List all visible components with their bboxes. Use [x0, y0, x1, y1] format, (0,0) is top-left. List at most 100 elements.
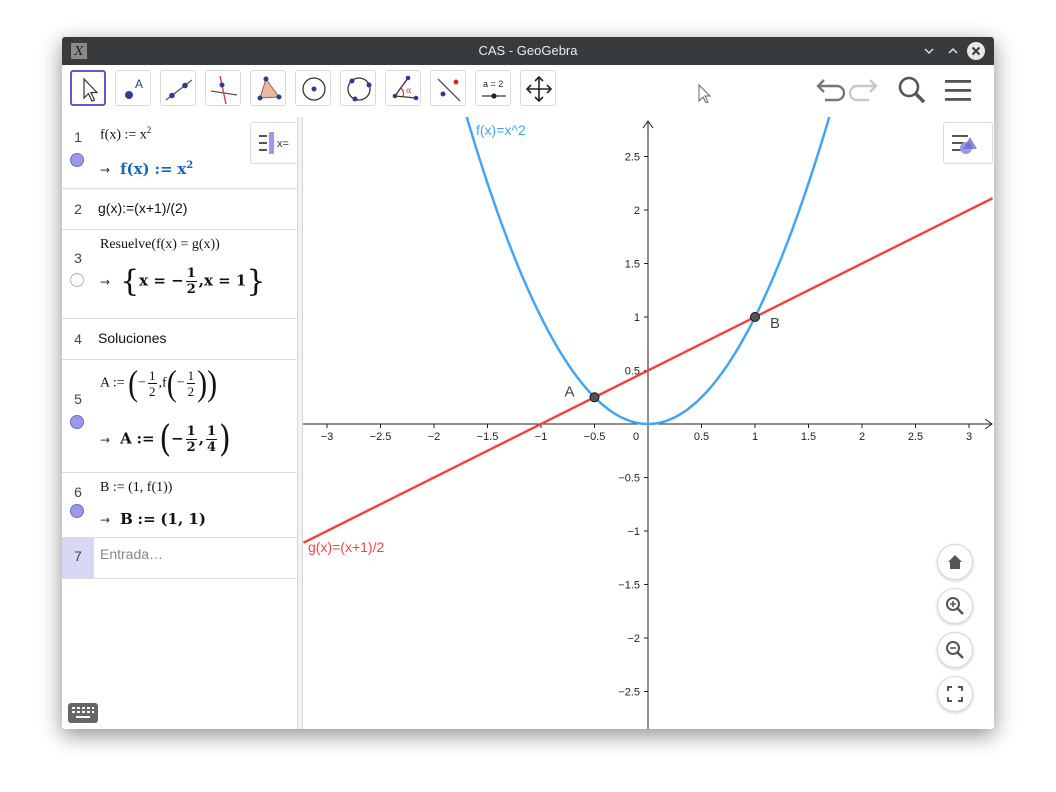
keyboard-button[interactable]	[68, 703, 98, 723]
zoom-out-icon	[946, 641, 964, 659]
slider-tool-icon: a = 2	[482, 79, 506, 99]
polygon-tool-icon	[257, 76, 282, 101]
perpendicular-line-tool-icon	[210, 75, 238, 105]
y-tick-label: 2.5	[625, 152, 640, 164]
row-number: 4	[74, 331, 82, 347]
close-button[interactable]	[967, 42, 985, 60]
angle-tool-icon: α	[392, 75, 419, 101]
move-tool-button[interactable]	[70, 70, 106, 106]
perpendicular-line-tool-button[interactable]	[205, 70, 241, 106]
y-tick-label: 2	[634, 205, 640, 217]
y-tick-label: 1	[634, 312, 640, 324]
cas-input[interactable]: A := (− 1 2 ,f(− 1 2))	[100, 365, 217, 401]
svg-text:x=: x=	[277, 138, 289, 150]
cas-view: 1 f(x) := x2 → f(x) := x2 2 g(x):=(x+1)/(…	[62, 117, 297, 729]
point-tool-icon: A	[125, 77, 143, 99]
x-tick-label: 2.5	[908, 431, 923, 443]
move-graphics-tool-icon	[525, 75, 553, 103]
x-tick-label: −2.5	[370, 431, 392, 443]
x-tick-label: 1	[752, 431, 758, 443]
move-tool-icon	[83, 77, 99, 102]
point-label: A	[135, 77, 143, 91]
cas-output: → f(x) := x2	[100, 160, 194, 178]
title-bar: X CAS - GeoGebra	[62, 37, 994, 65]
circle-three-points-tool-button[interactable]	[340, 70, 376, 106]
x-tick-label: −0.5	[584, 431, 606, 443]
circle-center-tool-button[interactable]	[295, 70, 331, 106]
reflect-tool-icon	[437, 78, 461, 102]
point-b	[750, 312, 760, 322]
angle-tool-button[interactable]: α	[385, 70, 421, 106]
cas-style-bar-toggle[interactable]: x=	[250, 122, 298, 164]
search-icon	[898, 76, 926, 104]
row-number: 7	[62, 538, 94, 578]
series-g-label: g(x)=(x+1)/2	[308, 539, 384, 555]
zoom-in-button[interactable]	[937, 588, 973, 624]
x-tick-label: 1.5	[801, 431, 816, 443]
visibility-toggle[interactable]	[70, 415, 84, 429]
style-bar-icon: x=	[259, 132, 289, 154]
maximize-button[interactable]	[944, 42, 962, 60]
cas-row-7[interactable]: 7 Entrada…	[62, 538, 297, 579]
cas-input[interactable]: Soluciones	[98, 330, 167, 346]
polygon-tool-button[interactable]	[250, 70, 286, 106]
undo-button[interactable]	[810, 73, 846, 109]
menu-button[interactable]	[940, 73, 976, 109]
y-tick-label: 1.5	[625, 259, 640, 271]
y-tick-label: −0.5	[618, 473, 640, 485]
visibility-toggle[interactable]	[70, 273, 84, 287]
move-graphics-tool-button[interactable]	[520, 70, 556, 106]
visibility-toggle[interactable]	[70, 153, 84, 167]
undo-icon	[816, 79, 846, 102]
cas-input[interactable]: B := (1, f(1))	[100, 480, 172, 496]
point-label-a: A	[565, 383, 575, 400]
graphics-view[interactable]: −3 −2.5 −2 −1.5 −1 −0.5 0 0.5 1 1.5 2 2.5 3 −2.5 −2 −1.…	[303, 117, 994, 729]
fullscreen-icon	[947, 686, 963, 702]
row-number: 2	[74, 201, 82, 217]
x-tick-label: −1.5	[477, 431, 499, 443]
zoom-in-icon	[946, 597, 964, 615]
y-tick-label: −2.5	[618, 687, 640, 699]
series-f-label: f(x)=x^2	[476, 122, 526, 138]
point-tool-button[interactable]: A	[115, 70, 151, 106]
cas-input[interactable]: g(x):=(x+1)/(2)	[98, 200, 187, 216]
line-tool-icon	[165, 79, 193, 101]
style-bar-icon	[952, 135, 977, 154]
visibility-toggle[interactable]	[70, 504, 84, 518]
cas-input[interactable]: f(x) := x2	[100, 125, 151, 144]
toolbar: A α a = 2	[62, 65, 994, 118]
point-a	[589, 392, 600, 403]
geogebra-window: X CAS - GeoGebra A α a = 2 1 f(x):= x2 …	[62, 37, 994, 729]
y-tick-label: −1.5	[618, 580, 640, 592]
line-tool-button[interactable]	[160, 70, 196, 106]
x-tick-label: −2	[428, 431, 441, 443]
cas-row-6[interactable]: 6 B := (1, f(1)) → B := (1, 1)	[62, 473, 297, 538]
window-title: CAS - GeoGebra	[478, 43, 578, 58]
cas-row-3[interactable]: 3 Resuelve(f(x) = g(x)) → {x = −1 2 ,x = 1}	[62, 230, 297, 319]
slider-tool-label: a = 2	[483, 79, 503, 89]
graphics-canvas[interactable]: −3 −2.5 −2 −1.5 −1 −0.5 0 0.5 1 1.5 2 2.5 3 −2.5 −2 −1.…	[303, 117, 994, 729]
mouse-cursor	[688, 79, 712, 104]
minimize-button[interactable]	[920, 42, 938, 60]
cas-row-2[interactable]: 2 g(x):=(x+1)/(2)	[62, 189, 297, 230]
cas-output: → A := (− 1 2, 1 4)	[100, 417, 231, 460]
x-tick-label: 0.5	[694, 431, 709, 443]
x-tick-label: −1	[535, 431, 548, 443]
reflect-tool-button[interactable]	[430, 70, 466, 106]
cas-input-field[interactable]: Entrada…	[100, 546, 163, 562]
search-button[interactable]	[894, 73, 930, 109]
zoom-out-button[interactable]	[937, 632, 973, 668]
home-button[interactable]	[937, 544, 973, 580]
home-icon	[948, 555, 962, 569]
cas-row-5[interactable]: 5 A := (− 1 2 ,f(− 1 2)) → A := (− 1 2, 1 4)	[62, 360, 297, 473]
graphics-style-bar-toggle[interactable]	[943, 122, 993, 164]
cas-input[interactable]: Resuelve(f(x) = g(x))	[100, 237, 220, 253]
x-tick-label: 3	[966, 431, 972, 443]
redo-button[interactable]	[848, 73, 884, 109]
circle-center-tool-icon	[302, 77, 326, 101]
slider-tool-button[interactable]: a = 2	[475, 70, 511, 106]
cas-output: → {x = −1 2 ,x = 1}	[100, 263, 266, 299]
fullscreen-button[interactable]	[937, 676, 973, 712]
redo-icon	[848, 79, 878, 102]
cas-row-4[interactable]: 4 Soluciones	[62, 319, 297, 360]
